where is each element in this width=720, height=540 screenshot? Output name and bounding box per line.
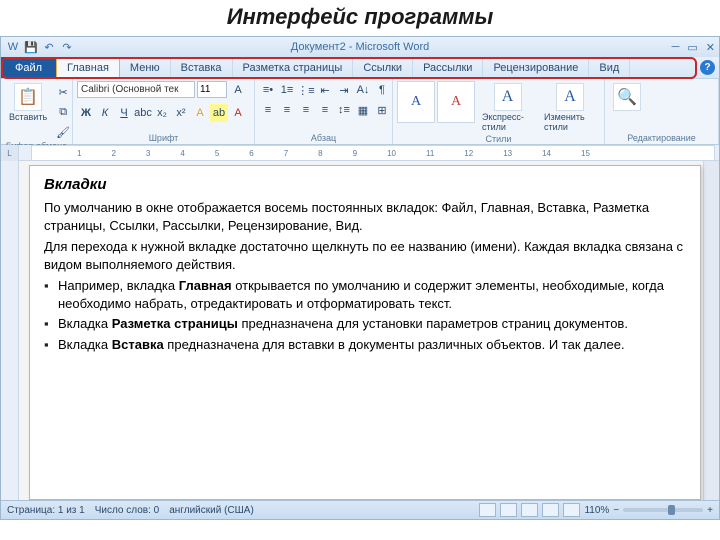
word-icon: W	[5, 39, 21, 55]
subscript-icon[interactable]: x₂	[153, 104, 171, 122]
highlight-icon[interactable]: ab	[210, 104, 228, 122]
align-right-icon[interactable]: ≡	[297, 101, 315, 119]
redo-icon[interactable]: ↷	[59, 39, 75, 55]
find-button[interactable]: 🔍	[609, 81, 645, 113]
statusbar: Страница: 1 из 1 Число слов: 0 английски…	[1, 500, 719, 519]
styles-gallery[interactable]: A A	[397, 81, 475, 123]
decrease-indent-icon[interactable]: ⇤	[316, 81, 334, 99]
save-icon[interactable]: 💾	[23, 39, 39, 55]
vertical-ruler[interactable]	[1, 161, 19, 500]
tab-page-layout[interactable]: Разметка страницы	[233, 57, 354, 78]
titlebar: W 💾 ↶ ↷ Документ2 - Microsoft Word ─ ▭ ✕	[1, 37, 719, 57]
align-center-icon[interactable]: ≡	[278, 101, 296, 119]
paste-button[interactable]: 📋 Вставить	[5, 81, 51, 124]
paste-icon: 📋	[14, 83, 42, 111]
copy-icon[interactable]: ⧉	[54, 103, 72, 121]
show-marks-icon[interactable]: ¶	[373, 81, 391, 99]
change-styles-icon: A	[556, 83, 584, 111]
font-size-select[interactable]	[197, 81, 227, 98]
doc-paragraph: Для перехода к нужной вкладке достаточно…	[44, 238, 686, 273]
underline-icon[interactable]: Ч	[115, 104, 133, 122]
undo-icon[interactable]: ↶	[41, 39, 57, 55]
group-font: A Ж К Ч abc x₂ x² A ab A Шрифт	[73, 79, 255, 144]
window-title: Документ2 - Microsoft Word	[291, 41, 429, 53]
format-painter-icon[interactable]: 🖌	[54, 123, 72, 141]
ribbon-tabs: Файл Главная Меню Вставка Разметка стран…	[1, 57, 719, 79]
group-editing: 🔍 Редактирование	[605, 79, 719, 144]
text-effects-icon[interactable]: A	[191, 104, 209, 122]
doc-paragraph: По умолчанию в окне отображается восемь …	[44, 199, 686, 234]
zoom-out-icon[interactable]: −	[613, 505, 619, 516]
minimize-icon[interactable]: ─	[672, 41, 680, 54]
document-page[interactable]: Вкладки По умолчанию в окне отображается…	[29, 165, 701, 500]
express-styles-icon: A	[494, 83, 522, 111]
style-item[interactable]: A	[437, 81, 475, 123]
style-item[interactable]: A	[397, 81, 435, 123]
tab-menu[interactable]: Меню	[120, 57, 171, 78]
view-reading-icon[interactable]	[500, 503, 517, 517]
view-draft-icon[interactable]	[563, 503, 580, 517]
find-icon: 🔍	[613, 83, 641, 111]
ribbon: 📋 Вставить ✂ ⧉ 🖌 Буфер обмена A	[1, 79, 719, 145]
group-clipboard: 📋 Вставить ✂ ⧉ 🖌 Буфер обмена	[1, 79, 73, 144]
sort-icon[interactable]: A↓	[354, 81, 372, 99]
superscript-icon[interactable]: x²	[172, 104, 190, 122]
cut-icon[interactable]: ✂	[54, 83, 72, 101]
grow-font-icon[interactable]: A	[229, 81, 247, 99]
help-icon[interactable]: ?	[700, 60, 715, 75]
doc-list-item: Например, вкладка Главная открывается по…	[58, 277, 686, 312]
view-print-layout-icon[interactable]	[479, 503, 496, 517]
strike-icon[interactable]: abc	[134, 104, 152, 122]
change-styles-button[interactable]: A Изменить стили	[540, 81, 600, 134]
word-window: W 💾 ↶ ↷ Документ2 - Microsoft Word ─ ▭ ✕…	[0, 36, 720, 520]
tab-mailings[interactable]: Рассылки	[413, 57, 483, 78]
horizontal-ruler[interactable]: L 123456789101112131415	[1, 145, 719, 161]
align-left-icon[interactable]: ≡	[259, 101, 277, 119]
line-spacing-icon[interactable]: ↕≡	[335, 101, 353, 119]
group-paragraph: ≡• 1≡ ⋮≡ ⇤ ⇥ A↓ ¶ ≡ ≡ ≡ ≡ ↕≡ ▦ ⊞	[255, 79, 393, 144]
justify-icon[interactable]: ≡	[316, 101, 334, 119]
doc-list-item: Вкладка Разметка страницы предназначена …	[58, 315, 686, 333]
quick-access-toolbar: W 💾 ↶ ↷	[5, 39, 75, 55]
font-name-select[interactable]	[77, 81, 195, 98]
status-language[interactable]: английский (США)	[169, 505, 254, 516]
doc-heading: Вкладки	[44, 176, 686, 193]
bold-icon[interactable]: Ж	[77, 104, 95, 122]
bullets-icon[interactable]: ≡•	[259, 81, 277, 99]
document-area: Вкладки По умолчанию в окне отображается…	[1, 161, 719, 500]
tab-home[interactable]: Главная	[56, 57, 120, 78]
maximize-icon[interactable]: ▭	[687, 41, 697, 54]
font-color-icon[interactable]: A	[229, 104, 247, 122]
vertical-scrollbar[interactable]	[703, 161, 719, 500]
view-outline-icon[interactable]	[542, 503, 559, 517]
slide-title: Интерфейс программы	[0, 0, 720, 36]
view-web-icon[interactable]	[521, 503, 538, 517]
ruler-corner: L	[1, 145, 19, 161]
shading-icon[interactable]: ▦	[354, 101, 372, 119]
zoom-level[interactable]: 110%	[584, 505, 609, 516]
tab-view[interactable]: Вид	[589, 57, 630, 78]
borders-icon[interactable]: ⊞	[373, 101, 391, 119]
group-styles: A A A Экспресс-стили A Изменить стили Ст…	[393, 79, 605, 144]
close-icon[interactable]: ✕	[706, 41, 715, 54]
italic-icon[interactable]: К	[96, 104, 114, 122]
express-styles-button[interactable]: A Экспресс-стили	[478, 81, 537, 134]
tab-file[interactable]: Файл	[1, 57, 56, 78]
tab-insert[interactable]: Вставка	[171, 57, 233, 78]
zoom-in-icon[interactable]: +	[707, 505, 713, 516]
increase-indent-icon[interactable]: ⇥	[335, 81, 353, 99]
tab-review[interactable]: Рецензирование	[483, 57, 589, 78]
status-page[interactable]: Страница: 1 из 1	[7, 505, 85, 516]
multilevel-icon[interactable]: ⋮≡	[297, 81, 315, 99]
zoom-slider[interactable]	[623, 508, 703, 512]
numbering-icon[interactable]: 1≡	[278, 81, 296, 99]
status-words[interactable]: Число слов: 0	[95, 505, 159, 516]
doc-list-item: Вкладка Вставка предназначена для вставк…	[58, 336, 686, 354]
tab-references[interactable]: Ссылки	[353, 57, 413, 78]
